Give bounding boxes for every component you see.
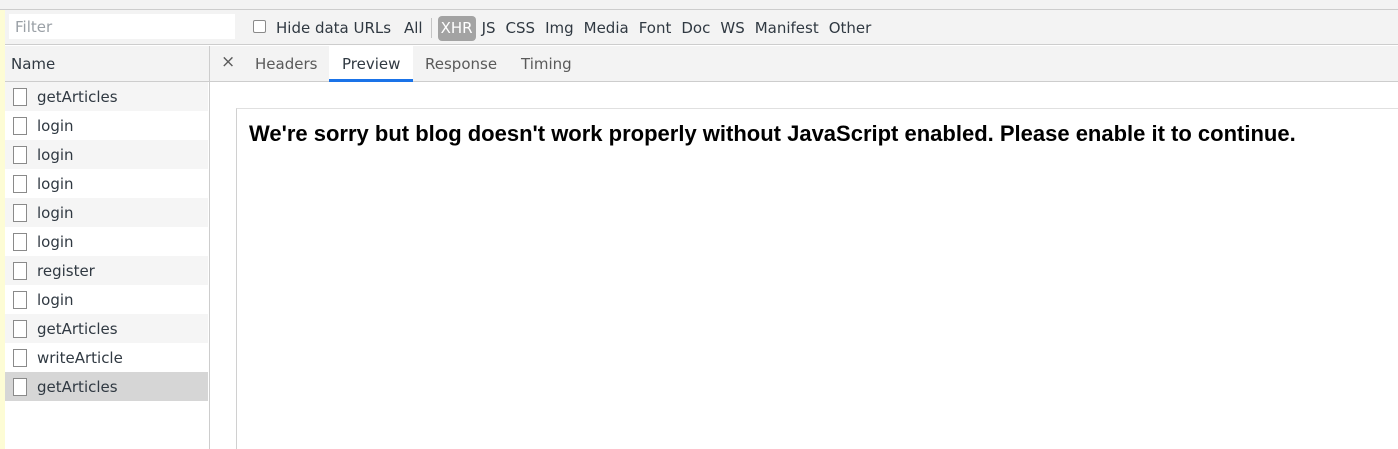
filter-other[interactable]: Other [825, 16, 876, 41]
request-row[interactable]: login [5, 198, 208, 227]
tab-response[interactable]: Response [412, 46, 510, 82]
document-icon [13, 348, 27, 367]
request-name: login [37, 116, 74, 135]
filter-js[interactable]: JS [478, 16, 500, 41]
filter-xhr[interactable]: XHR [437, 15, 476, 41]
request-row[interactable]: register [5, 256, 208, 285]
tab-headers[interactable]: Headers [242, 46, 330, 82]
document-icon [13, 203, 27, 222]
document-icon [13, 116, 27, 135]
request-row[interactable]: login [5, 111, 208, 140]
filter-input[interactable] [9, 14, 235, 39]
request-name: getArticles [37, 87, 118, 106]
request-name: login [37, 174, 74, 193]
filter-manifest[interactable]: Manifest [751, 16, 823, 41]
request-row[interactable]: login [5, 169, 208, 198]
request-name: login [37, 145, 74, 164]
request-name: login [37, 203, 74, 222]
hide-data-urls-checkbox[interactable] [253, 19, 266, 33]
request-row[interactable]: login [5, 227, 208, 256]
resource-type-filters: All XHR JS CSS Img Media Font Doc WS Manifest Othe… [400, 15, 877, 41]
hide-data-urls-toggle[interactable]: Hide data URLs [253, 18, 391, 38]
document-icon [13, 319, 27, 338]
preview-message: We're sorry but blog doesn't work proper… [249, 121, 1296, 146]
document-icon [13, 87, 27, 106]
request-name: writeArticle [37, 348, 123, 367]
name-column-header[interactable]: Name [5, 46, 209, 82]
filter-separator [430, 18, 432, 38]
filter-css[interactable]: CSS [502, 16, 540, 41]
request-list: Name getArticles login login login login logi… [5, 46, 210, 449]
request-name: getArticles [37, 377, 118, 396]
tab-timing[interactable]: Timing [508, 46, 585, 82]
filter-all[interactable]: All [400, 16, 427, 41]
preview-frame: We're sorry but blog doesn't work proper… [236, 108, 1398, 449]
filter-ws[interactable]: WS [716, 16, 748, 41]
detail-tab-strip: × Headers Preview Response Timing [210, 46, 1398, 82]
document-icon [13, 174, 27, 193]
document-icon [13, 261, 27, 280]
request-row[interactable]: writeArticle [5, 343, 208, 372]
filter-img[interactable]: Img [541, 16, 578, 41]
request-row[interactable]: getArticles [5, 82, 208, 111]
request-name: login [37, 290, 74, 309]
request-row[interactable]: getArticles [5, 314, 208, 343]
document-icon [13, 232, 27, 251]
request-rows: getArticles login login login login login regi… [5, 82, 209, 401]
request-row[interactable]: getArticles [5, 372, 208, 401]
request-name: login [37, 232, 74, 251]
request-row[interactable]: login [5, 285, 208, 314]
document-icon [13, 377, 27, 396]
close-icon[interactable]: × [221, 52, 235, 72]
document-icon [13, 290, 27, 309]
hide-data-urls-label: Hide data URLs [276, 19, 392, 37]
tab-preview[interactable]: Preview [329, 46, 414, 82]
document-icon [13, 145, 27, 164]
request-name: getArticles [37, 319, 118, 338]
filter-media[interactable]: Media [580, 16, 633, 41]
filter-font[interactable]: Font [635, 16, 676, 41]
preview-pane: We're sorry but blog doesn't work proper… [211, 82, 1398, 449]
request-name: register [37, 261, 95, 280]
filter-bar: Hide data URLs All XHRJSCSSImgMediaFontDo… [5, 10, 1398, 45]
toolbar-edge [0, 0, 1398, 10]
request-row[interactable]: login [5, 140, 208, 169]
filter-doc[interactable]: Doc [677, 16, 714, 41]
